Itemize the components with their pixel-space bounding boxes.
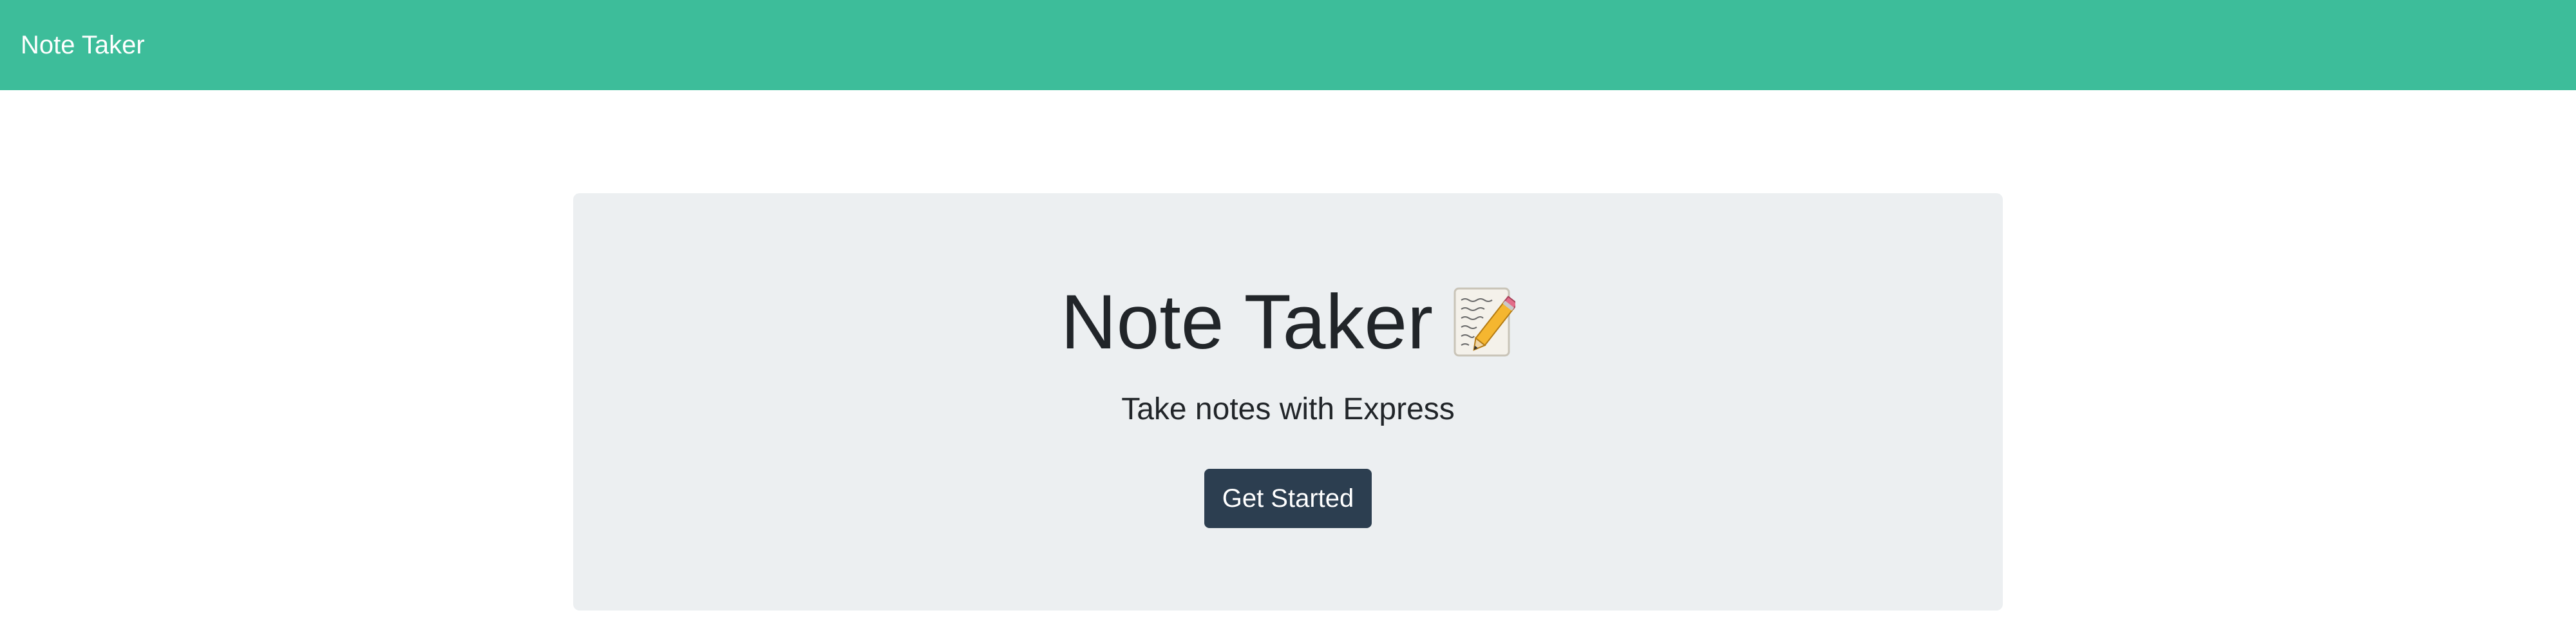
top-navbar: Note Taker: [0, 0, 2576, 90]
hero-subtitle: Take notes with Express: [1121, 392, 1455, 426]
navbar-brand-link[interactable]: Note Taker: [21, 31, 145, 60]
cta-wrapper: Get Started: [573, 469, 2003, 528]
memo-pencil-icon: [1452, 286, 1519, 358]
hero-title-row: Note Taker: [573, 277, 2003, 367]
hero-title: Note Taker: [1060, 279, 1434, 365]
get-started-button[interactable]: Get Started: [1204, 469, 1372, 528]
hero-jumbotron: Note Taker Take notes with Express Get S…: [573, 193, 2003, 611]
